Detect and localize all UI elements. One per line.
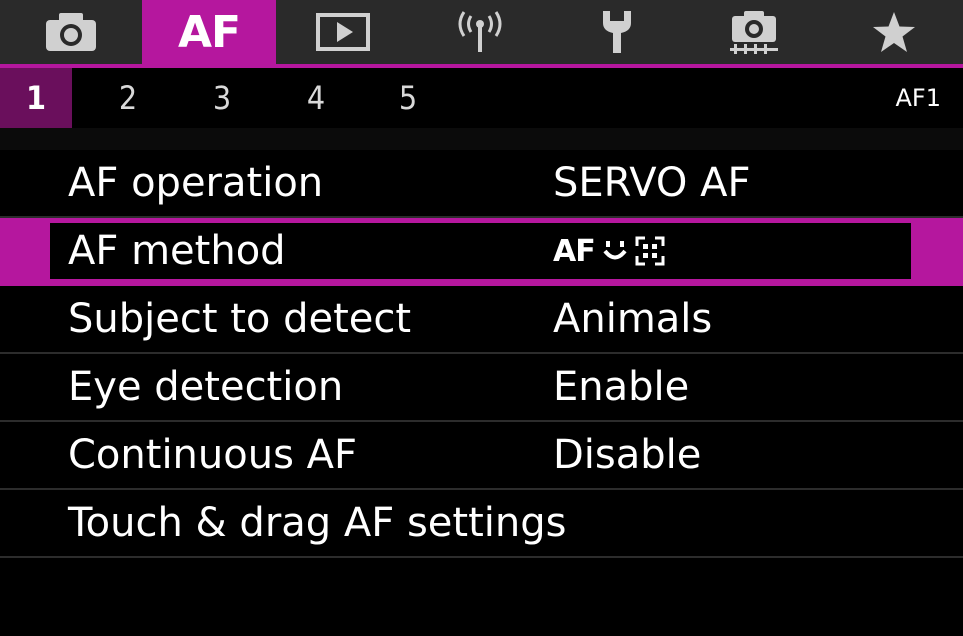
page-tab-3[interactable]: 3: [186, 68, 258, 128]
page-tab-1[interactable]: 1: [0, 68, 72, 128]
menu-item-value: AF: [553, 218, 665, 284]
tab-playback[interactable]: [276, 0, 410, 64]
menu-item-label: AF operation: [68, 160, 324, 206]
menu-item-label: Eye detection: [68, 364, 344, 410]
tab-custom-functions[interactable]: [684, 0, 824, 64]
tab-setup[interactable]: [550, 0, 684, 64]
menu-item-value: Animals: [553, 296, 713, 342]
page-tab-4[interactable]: 4: [280, 68, 352, 128]
menu-item-eye-detection[interactable]: Eye detection Enable: [0, 354, 963, 422]
af-method-af-text: AF: [553, 233, 596, 269]
af-face-tracking-icon: AF: [553, 234, 665, 269]
page-id-label: AF1: [895, 84, 942, 112]
tab-af-label: AF: [177, 6, 241, 58]
menu-item-label: Continuous AF: [68, 432, 358, 478]
star-icon: [872, 12, 915, 52]
menu-item-value: SERVO AF: [553, 160, 751, 206]
page-tab-2[interactable]: 2: [92, 68, 164, 128]
wrench-icon: [603, 11, 631, 53]
menu-item-value: Enable: [553, 364, 690, 410]
menu-item-touch-drag-af[interactable]: Touch & drag AF settings: [0, 490, 963, 558]
menu-item-af-method[interactable]: AF method AF: [0, 218, 963, 286]
page-tab-row: 1 2 3 4 5 AF1: [0, 68, 963, 128]
custom-functions-icon: [730, 11, 778, 54]
category-tab-bar: AF: [0, 0, 963, 64]
wireless-icon: [458, 11, 502, 52]
menu-item-af-operation[interactable]: AF operation SERVO AF: [0, 150, 963, 218]
page-tab-5[interactable]: 5: [372, 68, 444, 128]
face-icon: [603, 241, 627, 260]
menu-item-label: AF method: [68, 228, 286, 274]
menu-item-label: Subject to detect: [68, 296, 412, 342]
tab-shooting[interactable]: [0, 0, 142, 64]
menu-top-divider: [0, 128, 963, 150]
menu-item-continuous-af[interactable]: Continuous AF Disable: [0, 422, 963, 490]
tab-af[interactable]: AF: [142, 0, 276, 64]
menu-item-value: Disable: [553, 432, 702, 478]
tracking-frame-icon: [635, 236, 665, 266]
menu-list: AF operation SERVO AF AF method AF Subje…: [0, 150, 963, 558]
tab-my-menu[interactable]: [824, 0, 963, 64]
menu-item-label: Touch & drag AF settings: [68, 500, 567, 546]
tab-wireless[interactable]: [410, 0, 550, 64]
camera-menu-screen: AF 1 2 3 4 5 AF1 AF operation SERVO AF A…: [0, 0, 963, 636]
camera-icon: [46, 13, 96, 51]
menu-item-subject-to-detect[interactable]: Subject to detect Animals: [0, 286, 963, 354]
playback-icon: [316, 13, 370, 51]
